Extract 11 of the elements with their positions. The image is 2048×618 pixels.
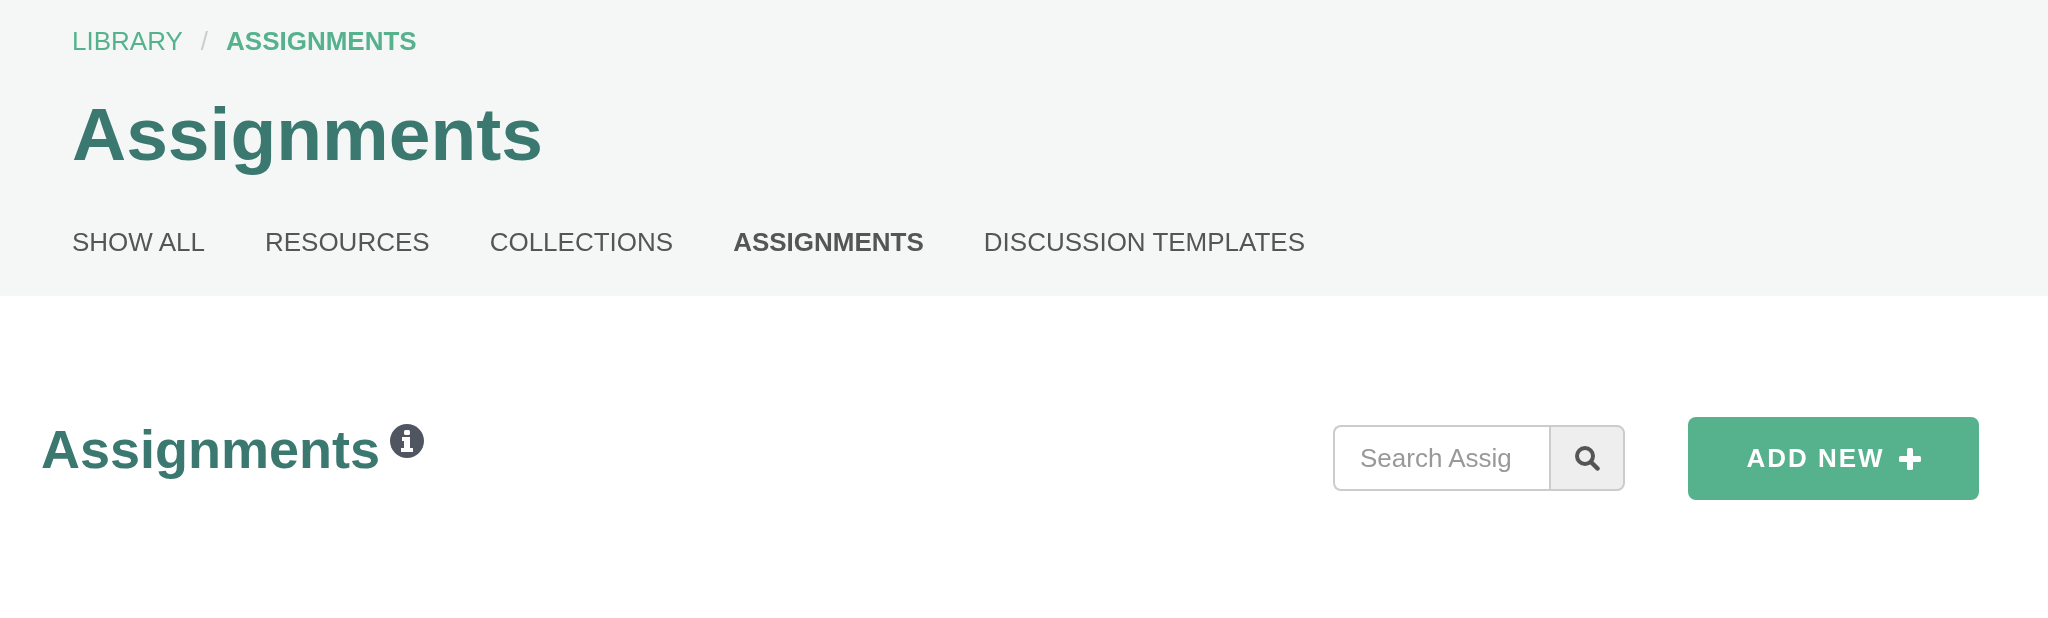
plus-icon xyxy=(1898,447,1921,470)
search-field[interactable]: Search Assig xyxy=(1333,425,1549,491)
nav-tab[interactable]: SHOW ALL xyxy=(72,227,205,257)
search-button[interactable] xyxy=(1549,425,1625,491)
nav-tab[interactable]: ASSIGNMENTS xyxy=(733,227,924,257)
nav-tab[interactable]: RESOURCES xyxy=(264,227,430,257)
nav-tab[interactable]: DISCUSSION TEMPLATES xyxy=(983,227,1306,257)
breadcrumb-separator: / xyxy=(200,26,209,56)
search-icon xyxy=(1574,445,1600,471)
nav-tab[interactable]: COLLECTIONS xyxy=(489,227,674,257)
info-icon[interactable] xyxy=(390,424,425,458)
